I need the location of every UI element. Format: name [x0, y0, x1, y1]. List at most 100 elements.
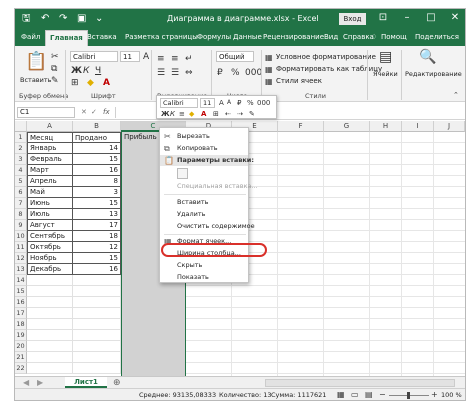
wrap-text-icon[interactable]: ↵ — [185, 54, 193, 64]
number-format-select[interactable]: Общий — [216, 51, 254, 62]
page-break-icon[interactable]: ▤ — [365, 390, 373, 400]
menu-item-cut[interactable]: ✂ Вырезать — [160, 131, 248, 142]
thousands-icon[interactable]: 000 — [257, 98, 270, 108]
grow-font-icon[interactable]: A — [143, 52, 149, 62]
align-left-icon[interactable]: ☰ — [157, 68, 165, 78]
scroll-right-icon[interactable]: ▶ — [37, 378, 43, 388]
cut-icon[interactable]: ✂ — [51, 52, 59, 62]
table-cell[interactable]: Июнь — [27, 198, 73, 209]
menu-item-copy[interactable]: ⧉ Копировать — [160, 143, 248, 154]
borders-icon[interactable]: ⊞ — [71, 78, 79, 88]
sheet-tab[interactable]: Лист1 — [65, 377, 107, 388]
mini-font-name[interactable]: Calibri — [160, 98, 198, 108]
paste-icon[interactable]: 📋 — [25, 52, 47, 72]
align-center-icon[interactable]: ≡ — [179, 109, 185, 119]
row-header[interactable]: 2 — [15, 143, 27, 154]
mini-font-size[interactable]: 11 — [200, 98, 215, 108]
formula-enter-icon[interactable]: ✓ — [91, 108, 97, 116]
table-cell[interactable]: Август — [27, 220, 73, 231]
row-header[interactable]: 10 — [15, 231, 27, 242]
redo-icon[interactable]: ↷ — [59, 13, 67, 25]
table-cell[interactable]: Декабрь — [27, 264, 73, 275]
row-header[interactable]: 1 — [15, 132, 27, 143]
table-cell[interactable]: 13 — [73, 209, 121, 220]
tab-share[interactable]: Поделиться — [415, 32, 459, 43]
table-cell[interactable] — [73, 330, 121, 341]
table-cell[interactable]: Март — [27, 165, 73, 176]
merge-icon[interactable]: ⇔ — [185, 68, 193, 78]
table-cell[interactable]: Продано — [73, 132, 121, 143]
italic-icon[interactable]: К — [170, 109, 175, 119]
font-color-icon[interactable]: A — [103, 78, 110, 88]
row-header[interactable]: 4 — [15, 165, 27, 176]
zoom-in-icon[interactable]: + — [431, 390, 438, 400]
table-cell[interactable]: 12 — [73, 242, 121, 253]
column-header[interactable]: G — [324, 121, 370, 132]
column-header[interactable]: H — [370, 121, 402, 132]
table-cell[interactable] — [27, 319, 73, 330]
table-cell[interactable]: Февраль — [27, 154, 73, 165]
paste-label[interactable]: Вставить — [20, 76, 51, 84]
font-name-select[interactable]: Calibri — [70, 51, 118, 62]
menu-item-unhide[interactable]: Показать — [160, 272, 248, 283]
fill-color-icon[interactable]: ◆ — [87, 78, 94, 88]
tab-page-layout[interactable]: Разметка страницы — [125, 32, 198, 43]
column-header[interactable]: A — [27, 121, 73, 132]
column-header[interactable]: B — [73, 121, 121, 132]
conditional-format-button[interactable]: Условное форматирование — [276, 53, 376, 61]
maximize-icon[interactable]: □ — [423, 11, 439, 25]
menu-item-insert[interactable]: Вставить — [160, 197, 248, 208]
tab-data[interactable]: Данные — [233, 32, 262, 43]
bold-icon[interactable]: Ж — [161, 109, 170, 119]
row-header[interactable]: 9 — [15, 220, 27, 231]
zoom-slider-thumb[interactable] — [407, 392, 410, 399]
percent-icon[interactable]: % — [247, 98, 254, 108]
row-header[interactable]: 21 — [15, 352, 27, 363]
menu-item-delete[interactable]: Удалить — [160, 209, 248, 220]
table-cell[interactable] — [27, 352, 73, 363]
table-cell[interactable]: 15 — [73, 198, 121, 209]
cell-styles-icon[interactable]: ▦ — [265, 77, 273, 87]
add-sheet-icon[interactable]: ⊕ — [113, 378, 121, 388]
customize-chevron-icon[interactable]: ⌄ — [95, 13, 103, 25]
select-all-corner[interactable] — [15, 121, 27, 132]
tab-insert[interactable]: Вставка — [87, 32, 117, 43]
editing-button[interactable]: Редактирование — [405, 70, 462, 78]
column-header[interactable]: F — [278, 121, 324, 132]
table-cell[interactable] — [73, 275, 121, 286]
underline-icon[interactable]: Ч — [95, 66, 101, 76]
table-cell[interactable]: 15 — [73, 154, 121, 165]
formula-cancel-icon[interactable]: ✕ — [81, 108, 87, 116]
tab-review[interactable]: Рецензирование — [263, 32, 324, 43]
zoom-level[interactable]: 100 % — [441, 391, 462, 399]
table-cell[interactable] — [73, 297, 121, 308]
row-header[interactable]: 5 — [15, 176, 27, 187]
horizontal-scrollbar[interactable] — [265, 379, 455, 387]
minimize-icon[interactable]: – — [399, 11, 415, 25]
font-color-icon[interactable]: A — [201, 109, 206, 119]
save-icon[interactable]: 🖫 — [22, 13, 31, 25]
table-cell-header-c[interactable]: Прибыль — [122, 132, 162, 143]
row-header[interactable]: 19 — [15, 330, 27, 341]
font-size-select[interactable]: 11 — [120, 51, 140, 62]
table-cell[interactable] — [27, 330, 73, 341]
table-cell[interactable]: Месяц — [27, 132, 73, 143]
menu-item-clear[interactable]: Очистить содержимое — [160, 221, 255, 232]
collapse-ribbon-icon[interactable]: ⌃ — [453, 90, 459, 100]
column-header[interactable]: I — [402, 121, 434, 132]
table-cell[interactable] — [73, 341, 121, 352]
insert-function-button[interactable]: fx — [103, 108, 110, 116]
align-center-icon[interactable]: ☰ — [171, 68, 179, 78]
row-header[interactable]: 14 — [15, 275, 27, 286]
currency-icon[interactable]: ₽ — [237, 98, 241, 108]
page-layout-icon[interactable]: ▭ — [351, 390, 359, 400]
row-header[interactable]: 12 — [15, 253, 27, 264]
row-header[interactable]: 20 — [15, 341, 27, 352]
menu-item-hide[interactable]: Скрыть — [160, 260, 248, 271]
currency-icon[interactable]: ₽ — [217, 68, 223, 78]
row-header[interactable]: 11 — [15, 242, 27, 253]
cells-button[interactable]: Ячейки — [373, 70, 398, 78]
paste-option-icon[interactable] — [177, 168, 188, 179]
fill-color-icon[interactable]: ◆ — [189, 109, 194, 119]
table-cell[interactable] — [73, 352, 121, 363]
